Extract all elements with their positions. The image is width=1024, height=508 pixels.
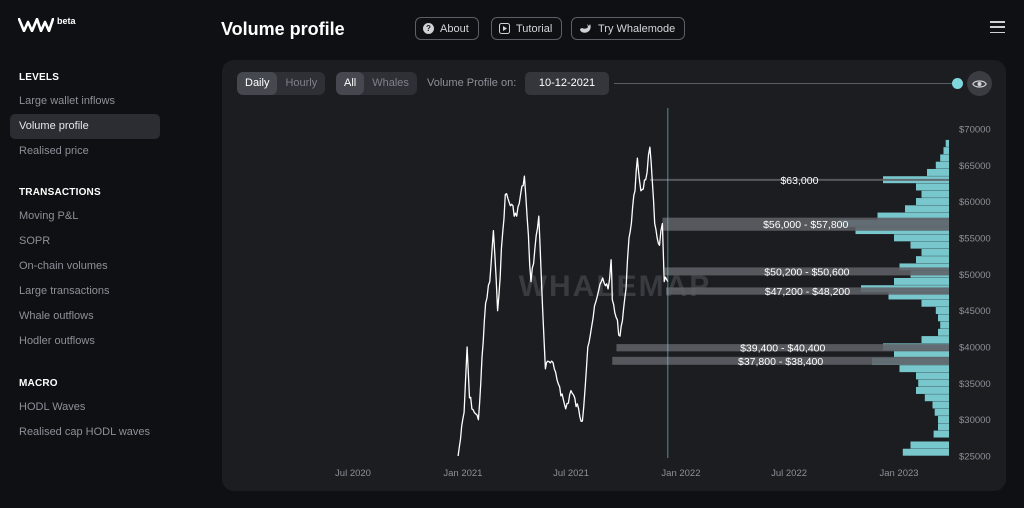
level-label: $63,000 bbox=[780, 175, 818, 187]
profile-bar bbox=[940, 321, 949, 329]
profile-bar bbox=[943, 147, 949, 155]
profile-bar bbox=[938, 328, 949, 336]
profile-bar bbox=[894, 234, 949, 242]
y-tick-label: $70000 bbox=[959, 125, 991, 136]
profile-bar bbox=[921, 248, 949, 256]
y-tick-label: $45000 bbox=[959, 306, 991, 317]
profile-bar bbox=[910, 241, 949, 249]
profile-bar bbox=[910, 441, 949, 449]
x-tick-label: Jul 2021 bbox=[553, 468, 589, 479]
profile-bar bbox=[945, 139, 949, 147]
profile-bar bbox=[940, 154, 949, 162]
y-tick-label: $50000 bbox=[959, 270, 991, 281]
profile-bar bbox=[905, 205, 949, 213]
profile-bar bbox=[927, 168, 949, 176]
y-tick-label: $35000 bbox=[959, 379, 991, 390]
profile-bar bbox=[933, 430, 949, 438]
volume-profile-chart: WHALEMAP $63,000$56,000 - $57,800$50,200… bbox=[335, 108, 991, 479]
profile-bar bbox=[899, 365, 949, 373]
profile-bar bbox=[938, 423, 949, 431]
y-tick-label: $65000 bbox=[959, 161, 991, 172]
profile-bar bbox=[894, 350, 949, 358]
x-tick-label: Jul 2022 bbox=[771, 468, 807, 479]
profile-bar bbox=[916, 198, 949, 205]
y-tick-label: $55000 bbox=[959, 234, 991, 245]
level-label: $37,800 - $38,400 bbox=[738, 356, 823, 368]
profile-bar bbox=[902, 448, 949, 456]
y-tick-label: $60000 bbox=[959, 197, 991, 208]
profile-bar bbox=[918, 379, 949, 387]
profile-bar bbox=[934, 408, 949, 416]
profile-bar bbox=[916, 183, 949, 191]
y-tick-label: $30000 bbox=[959, 415, 991, 426]
profile-bar bbox=[932, 401, 949, 409]
level-label: $39,400 - $40,400 bbox=[740, 343, 825, 355]
x-tick-label: Jul 2020 bbox=[335, 468, 371, 479]
level-label: $47,200 - $48,200 bbox=[765, 286, 850, 298]
profile-bar bbox=[938, 416, 949, 423]
profile-bar bbox=[938, 314, 949, 322]
x-tick-label: Jan 2022 bbox=[661, 468, 700, 479]
profile-bar bbox=[921, 336, 949, 344]
profile-bar bbox=[894, 277, 949, 285]
profile-bar bbox=[916, 386, 949, 394]
profile-bar bbox=[935, 161, 949, 169]
x-tick-label: Jan 2023 bbox=[879, 468, 918, 479]
profile-bar bbox=[916, 256, 949, 264]
profile-bar bbox=[935, 307, 949, 314]
x-tick-label: Jan 2021 bbox=[443, 468, 482, 479]
profile-bar bbox=[916, 372, 949, 380]
profile-bar bbox=[921, 299, 949, 307]
level-label: $50,200 - $50,600 bbox=[764, 266, 849, 278]
level-label: $56,000 - $57,800 bbox=[763, 219, 848, 231]
profile-bar bbox=[921, 190, 949, 198]
y-tick-label: $40000 bbox=[959, 343, 991, 354]
profile-bar bbox=[924, 394, 949, 402]
y-tick-label: $25000 bbox=[959, 452, 991, 463]
